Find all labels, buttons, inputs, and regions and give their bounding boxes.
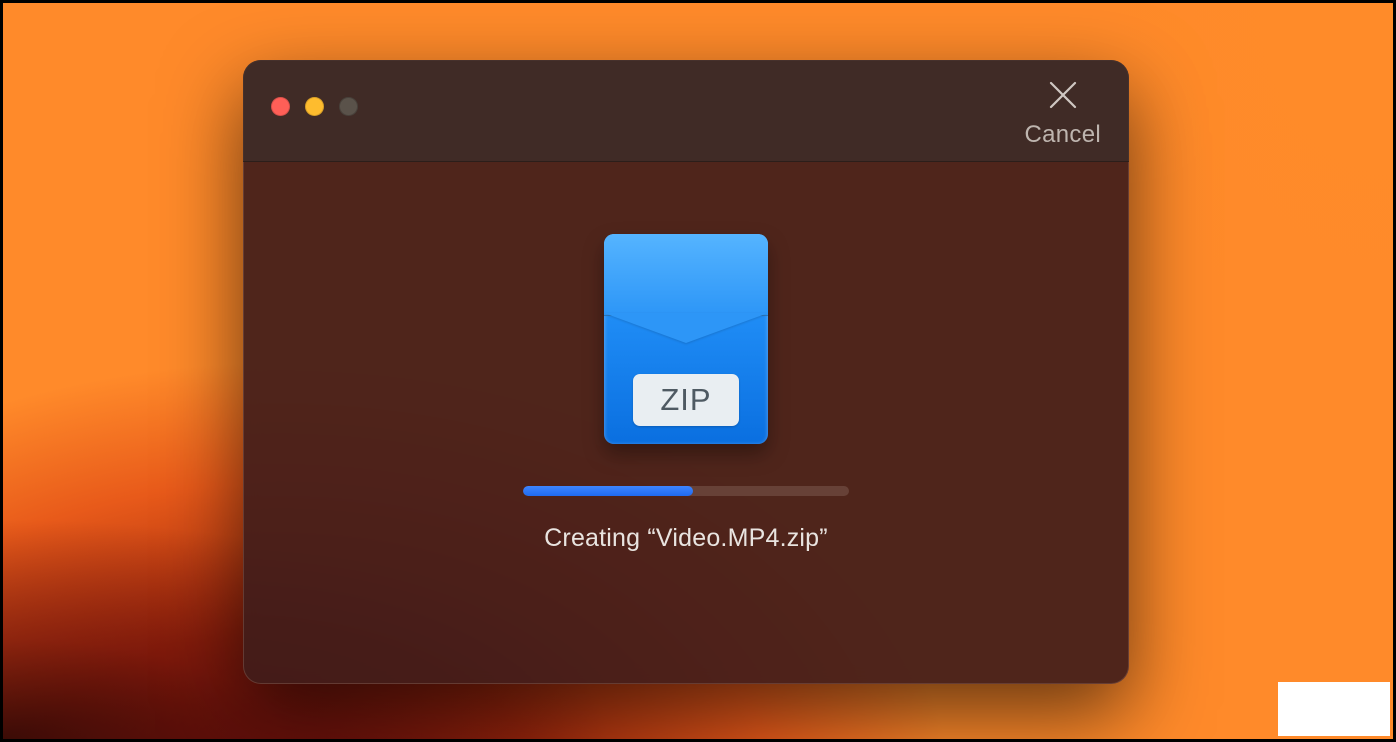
window-controls: [271, 97, 358, 116]
progress-bar: [523, 486, 849, 496]
progress-fill: [523, 486, 693, 496]
dialog-body: ZIP Creating “Video.MP4.zip”: [243, 162, 1129, 684]
titlebar: Cancel: [243, 60, 1129, 162]
close-icon: [1045, 77, 1081, 113]
watermark: [1278, 682, 1390, 736]
cancel-button[interactable]: Cancel: [1024, 73, 1101, 149]
status-text: Creating “Video.MP4.zip”: [544, 524, 828, 553]
archive-progress-dialog: Cancel ZIP Creating “Video.MP4.zip”: [243, 60, 1129, 684]
zip-archive-icon: ZIP: [604, 234, 768, 444]
cancel-label: Cancel: [1024, 121, 1101, 149]
minimize-window-button[interactable]: [305, 97, 324, 116]
close-window-button[interactable]: [271, 97, 290, 116]
envelope-flap: [604, 234, 768, 316]
maximize-window-button: [339, 97, 358, 116]
zip-badge-label: ZIP: [633, 374, 739, 426]
